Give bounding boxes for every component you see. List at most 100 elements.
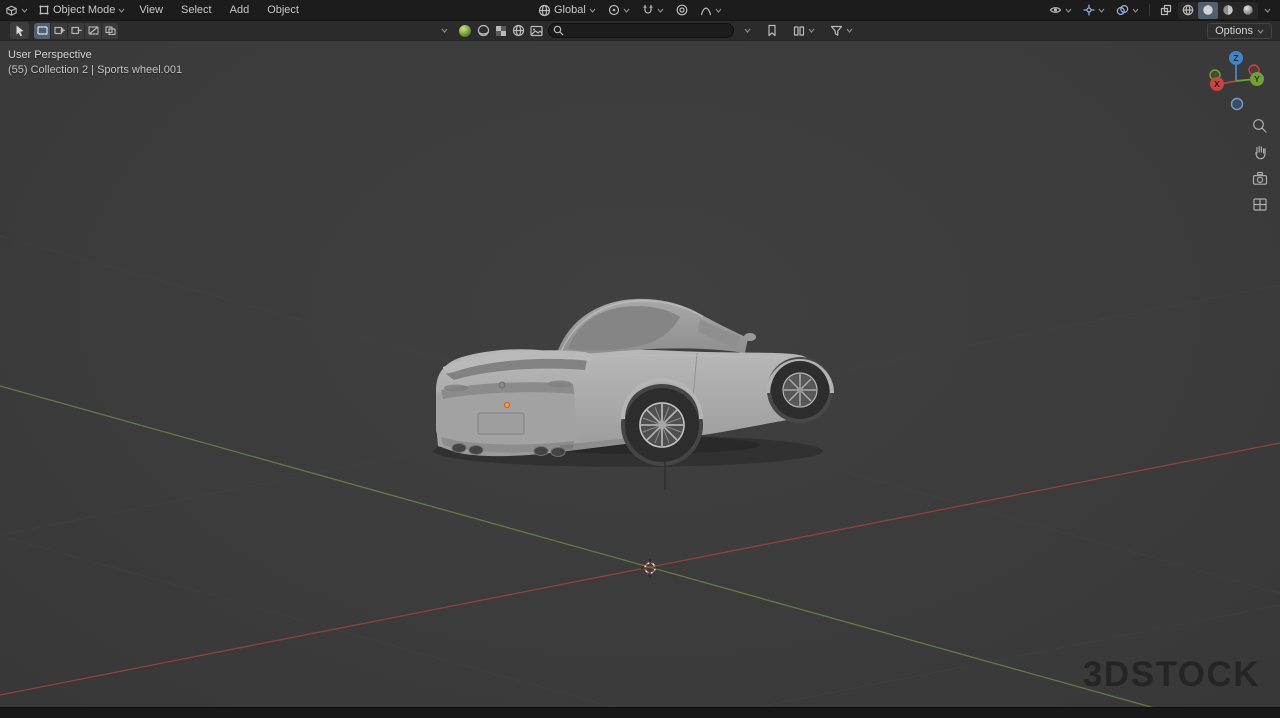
gizmo-neg-z[interactable] (1230, 97, 1244, 111)
solid-shading-button[interactable] (1198, 1, 1218, 19)
solid-shading-icon (1203, 5, 1213, 15)
breadcrumb: (55) Collection 2 | Sports wheel.001 (8, 64, 183, 76)
falloff-dropdown[interactable] (695, 0, 727, 20)
select-subtract-icon (70, 26, 82, 35)
collections-icon (793, 25, 805, 36)
overlays-dropdown[interactable] (1111, 0, 1144, 20)
pan-button[interactable] (1251, 143, 1269, 161)
filter-dropdown[interactable] (825, 21, 858, 41)
camera-view-button[interactable] (1251, 169, 1269, 187)
orientation-dropdown[interactable]: Global (533, 0, 601, 20)
camera-view-icon (1252, 171, 1268, 185)
select-mode-group (34, 22, 119, 39)
sphere-preview-icon[interactable] (477, 24, 490, 37)
chevron-down-icon (1257, 29, 1264, 34)
select-mode-subtract[interactable] (68, 22, 85, 39)
active-tool-icon (16, 25, 24, 36)
orientation-globe-icon (538, 4, 551, 16)
matcap-sphere-icon[interactable] (458, 24, 472, 38)
pivot-point-dropdown[interactable] (603, 0, 635, 20)
rendered-shading-icon (1243, 5, 1253, 15)
viewport-overlay-text: User Perspective (55) Collection 2 | Spo… (8, 48, 182, 78)
chevron-down-icon (846, 28, 853, 33)
menu-view[interactable]: View (130, 0, 172, 20)
search-options-dropdown[interactable] (739, 21, 756, 41)
checker-texture-icon[interactable] (495, 25, 507, 37)
shading-dropdown[interactable] (1259, 0, 1276, 20)
collections-dropdown[interactable] (788, 21, 820, 41)
shading-group (1178, 1, 1258, 19)
material-shading-icon (1223, 5, 1233, 15)
bookmark-button[interactable] (761, 21, 783, 41)
visibility-icon (1049, 7, 1062, 13)
world-icon[interactable] (512, 24, 525, 37)
header-right (1044, 0, 1276, 20)
chevron-down-icon (808, 28, 815, 33)
chevron-down-icon (1264, 8, 1271, 13)
rendered-shading-button[interactable] (1238, 2, 1258, 19)
proportional-editing-toggle[interactable] (671, 0, 693, 20)
snap-toggle[interactable] (637, 0, 669, 20)
select-mode-new[interactable] (34, 22, 51, 39)
select-mode-invert[interactable] (85, 22, 102, 39)
chevron-down-icon (1132, 8, 1139, 13)
perspective-label: User Perspective (8, 49, 92, 61)
select-intersect-icon (104, 26, 116, 35)
search-input[interactable] (548, 23, 734, 38)
chevron-down-icon (589, 8, 596, 13)
cursor-3d (641, 559, 659, 577)
zoom-button[interactable] (1251, 117, 1269, 135)
scene-canvas[interactable] (0, 41, 1280, 707)
bookmark-icon (768, 24, 776, 37)
options-label: Options (1215, 25, 1253, 37)
pan-hand-icon (1254, 145, 1266, 160)
overlays-icon (1116, 4, 1129, 16)
chevron-down-icon (441, 28, 448, 33)
editor-type-button[interactable] (0, 0, 33, 20)
chevron-down-icon (715, 8, 722, 13)
menu-add[interactable]: Add (221, 0, 259, 20)
car-model[interactable] (433, 298, 834, 467)
proportional-editing-icon (676, 4, 688, 16)
select-new-icon (36, 26, 48, 35)
select-mode-extend[interactable] (51, 22, 68, 39)
wireframe-shading-button[interactable] (1178, 2, 1198, 19)
preview-dropdown[interactable] (436, 21, 453, 41)
viewport-3d[interactable]: User Perspective (55) Collection 2 | Spo… (0, 41, 1280, 707)
material-shading-button[interactable] (1218, 2, 1238, 19)
gizmos-icon (1083, 4, 1095, 16)
gizmo-z-label: Z (1233, 53, 1238, 63)
object-origin-dot (504, 402, 510, 408)
header-left: Object Mode View Select Add Object (0, 0, 308, 20)
ortho-grid-icon (1253, 197, 1267, 211)
chevron-down-icon (118, 8, 125, 13)
xray-toggle[interactable] (1155, 0, 1177, 20)
menubar: View Select Add Object (130, 0, 308, 20)
chevron-down-icon (657, 8, 664, 13)
chevron-down-icon (1098, 8, 1105, 13)
header-center: Global (533, 0, 727, 20)
separator (1149, 4, 1150, 16)
select-extend-icon (53, 26, 65, 35)
menu-object[interactable]: Object (258, 0, 308, 20)
select-mode-intersect[interactable] (102, 22, 119, 39)
xray-icon (1160, 4, 1172, 16)
ortho-toggle-button[interactable] (1251, 195, 1269, 213)
pivot-point-icon (608, 4, 619, 16)
navigation-gizmo[interactable]: Z Y X (1204, 49, 1268, 113)
gizmos-dropdown[interactable] (1078, 0, 1110, 20)
viewport-nav-tools (1251, 117, 1269, 213)
viewport-header: Object Mode View Select Add Object Globa… (0, 0, 1280, 20)
wireframe-shading-icon (1182, 4, 1194, 16)
mode-label: Object Mode (53, 4, 116, 16)
visibility-dropdown[interactable] (1044, 0, 1077, 20)
mode-dropdown[interactable]: Object Mode (33, 0, 130, 20)
orientation-label: Global (554, 4, 586, 16)
status-bar (0, 707, 1280, 718)
gizmo-x-label: X (1214, 79, 1220, 89)
image-texture-icon[interactable] (530, 25, 543, 37)
chevron-down-icon (21, 8, 28, 13)
menu-select[interactable]: Select (172, 0, 221, 20)
active-tool-button[interactable] (10, 22, 29, 39)
options-button[interactable]: Options (1207, 23, 1272, 39)
